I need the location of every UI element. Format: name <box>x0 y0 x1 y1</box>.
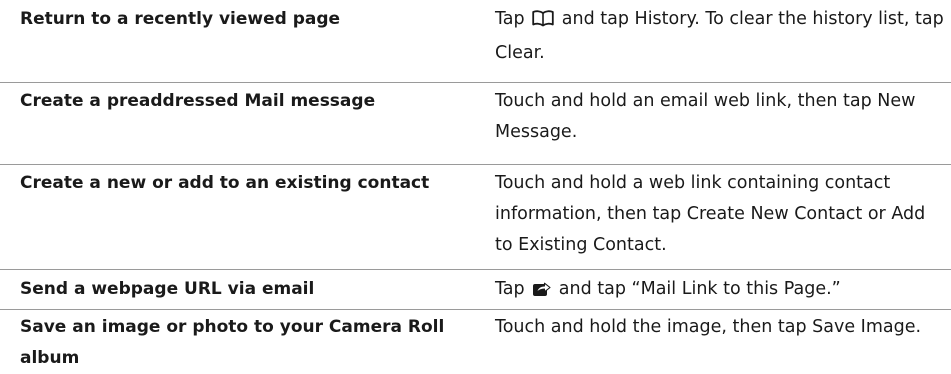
bookmarks-book-icon <box>532 7 554 38</box>
row-divider <box>0 82 951 83</box>
instruction-cell: Tap and tap History. To clear the histor… <box>495 4 945 69</box>
task-cell: Return to a recently viewed page <box>20 9 341 29</box>
instruction-cell: Touch and hold an email web link, then t… <box>495 91 916 142</box>
row-divider <box>0 269 951 270</box>
instruction-cell: Tap and tap “Mail Link to this Page.” <box>495 274 945 308</box>
task-cell: Create a preaddressed Mail message <box>20 91 376 111</box>
task-cell: Save an image or photo to your Camera Ro… <box>20 317 445 368</box>
instruction-text-before: Tap <box>495 9 525 29</box>
instruction-cell: Touch and hold a web link containing con… <box>495 173 926 255</box>
instruction-text-before: Tap <box>495 279 525 299</box>
instruction-text-after: and tap History. To clear the history li… <box>495 9 944 63</box>
task-cell: Send a webpage URL via email <box>20 279 315 299</box>
action-share-icon <box>532 277 551 308</box>
row-divider <box>0 309 951 310</box>
instruction-cell: Touch and hold the image, then tap Save … <box>495 317 922 337</box>
task-cell: Create a new or add to an existing conta… <box>20 173 430 193</box>
row-divider <box>0 164 951 165</box>
instruction-text-after: and tap “Mail Link to this Page.” <box>558 279 841 299</box>
